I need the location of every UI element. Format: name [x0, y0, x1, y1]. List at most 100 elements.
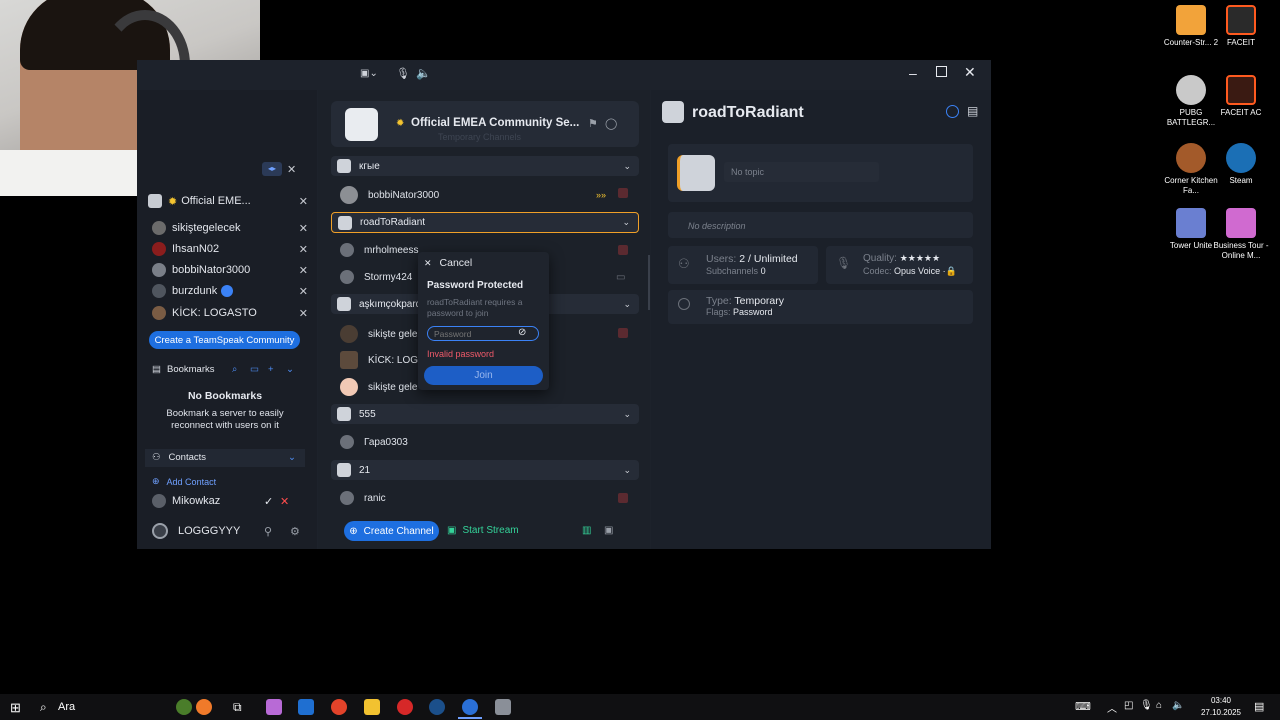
avatar [340, 378, 358, 396]
chevron-down-icon[interactable]: ⌄ [288, 452, 296, 463]
audio-device-icon[interactable]: ▣⌄ [360, 68, 378, 79]
copilot-icon[interactable] [266, 699, 282, 715]
avatar [152, 284, 166, 298]
flags-value: Password [733, 307, 773, 317]
steam-icon[interactable] [429, 699, 445, 715]
folder-icon[interactable]: ▭ [250, 364, 259, 375]
client-row[interactable]: KİCK: LOGASTO ✕ [152, 306, 308, 320]
avatar [152, 494, 166, 508]
microphone-icon[interactable]: 🎙 [1140, 700, 1153, 711]
close-icon[interactable]: ✕ [964, 64, 976, 81]
keyboard-icon[interactable]: ⌨ [1075, 700, 1091, 713]
clock-time[interactable]: 03:40 [1196, 696, 1246, 705]
task-view-icon[interactable]: ⧉ [233, 700, 242, 715]
contact-row[interactable]: Mikowkaz ✓ ✕ [152, 494, 292, 508]
info-icon[interactable] [946, 105, 959, 118]
user-row[interactable]: ranic [340, 491, 630, 505]
close-icon[interactable]: ✕ [299, 264, 308, 277]
search-highlight-icon[interactable] [176, 699, 192, 715]
teamspeak-icon[interactable] [462, 699, 478, 715]
pubg-icon [1176, 75, 1206, 105]
outlook-icon[interactable] [298, 699, 314, 715]
minimize-icon[interactable]: – [909, 65, 917, 81]
create-community-button[interactable]: Create a TeamSpeak Community [149, 331, 300, 349]
user-row[interactable]: bobbiNator3000»» [340, 186, 630, 204]
avatar [340, 243, 354, 257]
client-row[interactable]: bobbiNator3000 ✕ [152, 263, 308, 277]
close-icon[interactable]: ✕ [299, 307, 308, 320]
desktop-icon[interactable]: Business Tour - Online M... [1213, 208, 1269, 261]
channel-row-selected[interactable]: roadToRadiant ⌄ [331, 212, 639, 233]
channel-row[interactable]: кгые ⌄ [331, 156, 639, 176]
tray-icon[interactable]: ◰ [1124, 700, 1133, 711]
channel-row[interactable]: 555 ⌄ [331, 404, 639, 424]
accept-icon[interactable]: ✓ [264, 495, 273, 508]
decline-icon[interactable]: ✕ [280, 495, 289, 508]
join-button[interactable]: Join [424, 366, 543, 385]
add-contact-button[interactable]: ⊕ Add Contact [152, 476, 216, 487]
close-icon[interactable]: ✕ [299, 222, 308, 235]
search-highlight-icon[interactable] [196, 699, 212, 715]
close-icon[interactable]: ✕ [299, 195, 308, 208]
bookmark-icon[interactable]: ⚑ [588, 117, 598, 130]
server-cube-icon [148, 194, 162, 208]
app-icon[interactable] [397, 699, 413, 715]
client-row[interactable]: IhsanN02 ✕ [152, 242, 308, 256]
client-row[interactable]: sikiştegelecek ✕ [152, 221, 308, 235]
speaker-icon[interactable]: 🔈 [416, 66, 431, 80]
screen-icon[interactable]: ▣ [604, 525, 613, 536]
close-icon[interactable]: ✕ [287, 163, 296, 176]
user-row[interactable]: Гара0303 [340, 435, 630, 449]
cancel-button[interactable]: ✕ Cancel [424, 257, 472, 269]
app-icon[interactable] [495, 699, 511, 715]
search-icon[interactable]: ⌕ [40, 700, 47, 715]
desktop-icon[interactable]: FACEIT [1213, 5, 1269, 48]
desktop-icon[interactable]: PUBG BATTLEGR... [1163, 75, 1219, 128]
desktop-icon[interactable]: FACEIT AC [1213, 75, 1269, 118]
chevron-up-icon[interactable]: ︿ [1107, 700, 1117, 715]
microphone-icon[interactable]: 🎙 [396, 67, 410, 80]
channel-row[interactable]: 21 ⌄ [331, 460, 639, 480]
eye-slash-icon[interactable]: ⊘ [518, 327, 526, 338]
desktop-icon[interactable]: Corner Kitchen Fa... [1163, 143, 1219, 196]
create-channel-button[interactable]: ⊕ Create Channel [344, 521, 439, 541]
client-row[interactable]: burzdunk ✕ [152, 284, 308, 298]
layout-icon[interactable]: ▥ [582, 525, 591, 536]
location-icon[interactable]: ⚲ [264, 525, 272, 538]
add-icon[interactable]: + [268, 364, 274, 375]
folder-icon[interactable]: ▤ [967, 104, 978, 118]
contacts-header-row: ⚇ Contacts ⌄ [152, 452, 296, 463]
chevron-down-icon[interactable]: ⌄ [286, 364, 294, 375]
windows-start-icon[interactable]: ⊞ [10, 700, 21, 716]
gear-icon[interactable]: ⚙ [290, 525, 300, 538]
volume-icon[interactable]: 🔈 [1172, 700, 1184, 711]
start-stream-button[interactable]: ▣ Start Stream [447, 525, 519, 536]
self-user-row[interactable]: LOGGGYYY ⚲ ⚙ [152, 523, 304, 539]
search-box[interactable]: Ara [58, 701, 75, 713]
file-explorer-icon[interactable] [364, 699, 380, 715]
chrome-icon[interactable] [331, 699, 347, 715]
chevron-down-icon[interactable]: ⌄ [623, 409, 631, 420]
notification-icon[interactable]: ▤ [1254, 700, 1264, 713]
network-icon[interactable]: ⌂ [1156, 700, 1162, 711]
server-tab[interactable]: ✹ Official EME... ✕ [148, 193, 308, 209]
chevron-down-icon[interactable]: ⌄ [623, 161, 631, 172]
desktop-icon[interactable]: Steam [1213, 143, 1269, 186]
close-icon[interactable]: ✕ [299, 243, 308, 256]
desktop-icon[interactable]: Counter-Str... 2 [1163, 5, 1219, 48]
search-icon[interactable]: ⌕ [232, 364, 237, 375]
chevron-down-icon[interactable]: ⌄ [623, 299, 631, 310]
chevron-down-icon[interactable]: ⌄ [622, 217, 630, 228]
scrollbar[interactable] [648, 255, 650, 310]
audio-level-icon[interactable]: ◂▸ [262, 162, 282, 176]
info-icon [678, 298, 690, 310]
microphone-icon: 🎙 [836, 256, 852, 270]
desktop-icon[interactable]: Tower Unite [1163, 208, 1219, 251]
avatar [340, 186, 358, 204]
close-icon[interactable]: ✕ [299, 285, 308, 298]
clock-date[interactable]: 27.10.2025 [1196, 708, 1246, 717]
chevron-down-icon[interactable]: ⌄ [623, 465, 631, 476]
maximize-icon[interactable] [936, 66, 947, 77]
mute-icon [618, 328, 628, 338]
chat-icon[interactable]: ◯ [605, 117, 617, 130]
